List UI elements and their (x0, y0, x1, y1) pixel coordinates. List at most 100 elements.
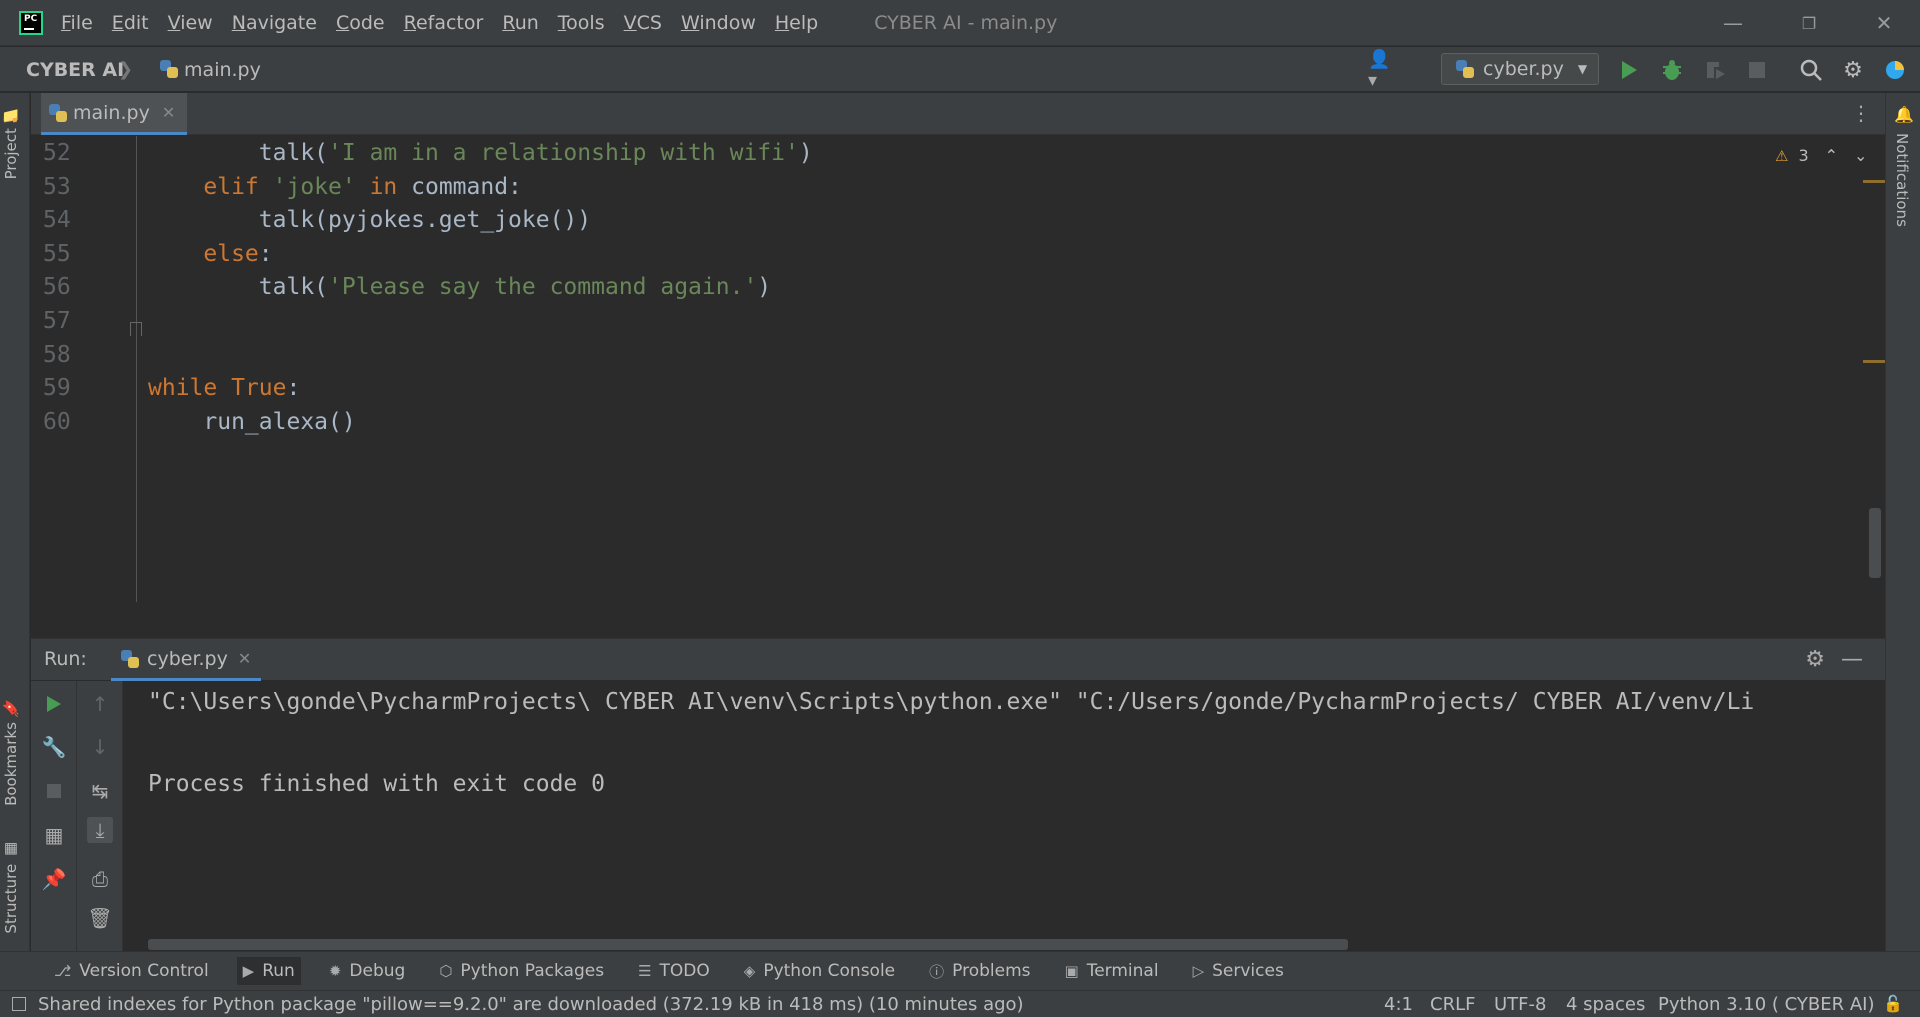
editor-tab-bar: main.py ✕ ⋮ (31, 93, 1885, 135)
bookmarks-tool-tab[interactable]: Bookmarks 🔖 (2, 699, 20, 806)
close-tab-icon[interactable]: ✕ (162, 103, 175, 122)
menu-item-window[interactable]: Window (681, 12, 765, 34)
code-line: 52 talk('I am in a relationship with wif… (31, 136, 1831, 170)
menu-item-code[interactable]: Code (336, 12, 394, 34)
soft-wrap-icon[interactable]: ↹ (87, 778, 113, 804)
menu-item-vcs[interactable]: VCS (624, 12, 671, 34)
tool-tab-label: Python Console (763, 961, 896, 981)
pycharm-logo-icon[interactable]: PC (19, 10, 43, 35)
warning-marker[interactable] (1863, 360, 1885, 363)
menu-item-file[interactable]: File (61, 12, 102, 34)
coverage-button[interactable] (1702, 57, 1728, 83)
bookmarks-tab-label: Bookmarks (2, 722, 20, 806)
list-icon: ☰ (638, 962, 652, 980)
tab-main-py[interactable]: main.py ✕ (41, 93, 188, 135)
minimize-icon[interactable]: — (1704, 0, 1762, 46)
menu-item-edit[interactable]: Edit (112, 12, 158, 34)
run-console-output[interactable]: "C:\Users\gonde\PycharmProjects\ CYBER A… (124, 681, 1885, 951)
previous-highlight-icon[interactable]: ⌃ (1825, 146, 1838, 165)
status-message[interactable]: Shared indexes for Python package "pillo… (38, 994, 1024, 1015)
tool-tab-python-packages[interactable]: ⬡ Python Packages (433, 957, 610, 985)
tool-tab-run[interactable]: ▶ Run (236, 957, 301, 985)
debug-button[interactable] (1659, 57, 1685, 83)
notifications-tool-tab[interactable]: Notifications (1893, 133, 1911, 227)
terminal-icon: ▣ (1064, 962, 1079, 980)
run-tab-cyber-py[interactable]: cyber.py ✕ (111, 639, 262, 681)
tool-tab-python-console[interactable]: ◈ Python Console (738, 957, 901, 985)
layout-icon[interactable]: ▦ (41, 822, 67, 848)
menu-item-tools[interactable]: Tools (558, 12, 614, 34)
editor-scrollbar[interactable] (1869, 508, 1881, 578)
run-button[interactable] (1616, 57, 1642, 83)
run-configuration-select[interactable]: cyber.py ▼ (1441, 53, 1599, 85)
status-square-icon[interactable] (12, 997, 26, 1011)
arrow-down-icon[interactable]: ↓ (87, 734, 113, 760)
code-token: 'joke' (272, 173, 356, 200)
tool-tab-label: Problems (952, 961, 1031, 981)
line-number: 59 (43, 375, 71, 402)
menu-item-help[interactable]: Help (775, 12, 827, 34)
print-icon[interactable]: ⎙ (87, 866, 113, 892)
run-icon (47, 696, 61, 712)
python-file-icon (160, 60, 178, 78)
tool-tab-todo[interactable]: ☰ TODO (632, 957, 716, 985)
code-line: 59 while True: (31, 371, 1831, 405)
close-window-icon[interactable]: ✕ (1855, 0, 1913, 46)
tool-tab-debug[interactable]: ✹ Debug (323, 957, 411, 985)
tool-tab-label: Debug (349, 961, 406, 981)
scroll-to-end-icon[interactable]: ⤓ (87, 817, 113, 843)
file-encoding[interactable]: UTF-8 (1494, 994, 1546, 1015)
right-tool-stripe: 🔔 Notifications (1885, 93, 1920, 951)
code-token: run_alexa() (203, 408, 356, 435)
run-icon (1622, 61, 1637, 79)
stop-button[interactable] (41, 778, 67, 804)
wrench-icon[interactable]: 🔧 (41, 734, 67, 760)
menu-item-navigate[interactable]: Navigate (232, 12, 326, 34)
lock-icon[interactable]: 🔓 (1883, 994, 1903, 1013)
pin-icon[interactable]: 📌 (41, 866, 67, 892)
settings-gear-icon[interactable]: ⚙ (1840, 57, 1866, 83)
stop-button[interactable] (1744, 57, 1770, 83)
menu-item-refactor[interactable]: Refactor (404, 12, 493, 34)
caret-position[interactable]: 4:1 (1384, 994, 1413, 1015)
tool-tab-terminal[interactable]: ▣ Terminal (1059, 957, 1165, 985)
bell-icon[interactable]: 🔔 (1894, 105, 1914, 124)
code-text: elif 'joke' in command: (148, 170, 522, 204)
code-with-me-icon[interactable] (1882, 57, 1908, 83)
line-number: 53 (43, 173, 71, 200)
menu-item-run[interactable]: Run (502, 12, 547, 34)
tool-tab-problems[interactable]: ⓘ Problems (923, 957, 1036, 986)
next-highlight-icon[interactable]: ⌄ (1854, 146, 1867, 165)
restore-icon[interactable]: ❐ (1780, 0, 1838, 46)
close-tab-icon[interactable]: ✕ (238, 649, 251, 668)
inspection-count: 3 (1798, 146, 1809, 165)
more-vertical-icon[interactable]: ⋮ (1851, 101, 1871, 125)
python-icon (121, 649, 139, 668)
warning-marker[interactable] (1863, 180, 1885, 183)
inspection-widget[interactable]: ⚠ 3 ⌃ ⌄ (1775, 146, 1867, 165)
arrow-up-icon[interactable]: ↑ (87, 691, 113, 717)
tool-tab-version-control[interactable]: ⎇ Version Control (48, 957, 215, 985)
breadcrumb-file[interactable]: main.py (160, 59, 261, 81)
breadcrumb-project[interactable]: CYBER AI (26, 59, 124, 81)
trash-icon[interactable]: 🗑 (87, 905, 113, 931)
code-token: elif (203, 173, 273, 200)
settings-gear-icon[interactable]: ⚙ (1805, 647, 1825, 672)
project-tool-tab[interactable]: Project 📁 (2, 105, 20, 179)
python-interpreter[interactable]: Python 3.10 ( CYBER AI) (1658, 994, 1875, 1015)
line-separator[interactable]: CRLF (1430, 994, 1475, 1015)
python-icon (1456, 60, 1474, 78)
search-everywhere-icon[interactable] (1798, 57, 1824, 83)
indent-setting[interactable]: 4 spaces (1566, 994, 1645, 1015)
hide-panel-icon[interactable]: — (1841, 647, 1863, 672)
code-token: talk(pyjokes.get_joke()) (258, 207, 592, 234)
menu-item-view[interactable]: View (168, 12, 222, 34)
user-account-icon[interactable]: 👤▾ (1368, 49, 1394, 91)
console-horizontal-scrollbar[interactable] (148, 939, 1348, 950)
tool-tab-services[interactable]: ▷ Services (1187, 957, 1290, 985)
code-editor[interactable]: elif 'who are you' in command:52 talk('I… (31, 136, 1885, 602)
rerun-button[interactable] (41, 691, 67, 717)
services-icon: ▷ (1192, 962, 1205, 980)
structure-tool-tab[interactable]: Structure ▦ (2, 841, 20, 934)
